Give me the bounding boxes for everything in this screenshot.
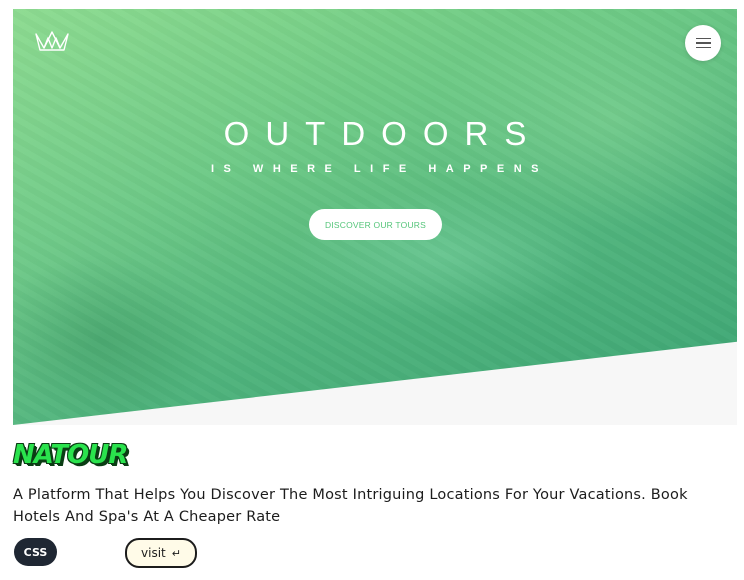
- menu-line: [695, 37, 711, 40]
- menu-line: [695, 46, 711, 49]
- hero-background: OUTDOORS IS WHERE LIFE HAPPENS DISCOVER …: [13, 9, 737, 425]
- hero-subtitle: IS WHERE LIFE HAPPENS: [210, 163, 549, 175]
- crown-logo-icon: [35, 31, 69, 51]
- project-title: NATOUR: [13, 440, 128, 470]
- hamburger-menu-icon[interactable]: [685, 25, 721, 61]
- project-preview-screenshot: OUTDOORS IS WHERE LIFE HAPPENS DISCOVER …: [13, 9, 737, 425]
- hero-title: OUTDOORS: [223, 115, 543, 152]
- project-description: A Platform That Helps You Discover The M…: [13, 487, 688, 525]
- discover-tours-button[interactable]: DISCOVER OUR TOURS: [309, 209, 442, 240]
- visit-label: visit: [141, 546, 166, 560]
- tech-tag-css: CSS: [14, 538, 57, 566]
- menu-line: [695, 42, 711, 44]
- visit-button[interactable]: visit ↵: [125, 538, 197, 568]
- return-arrow-icon: ↵: [171, 546, 181, 560]
